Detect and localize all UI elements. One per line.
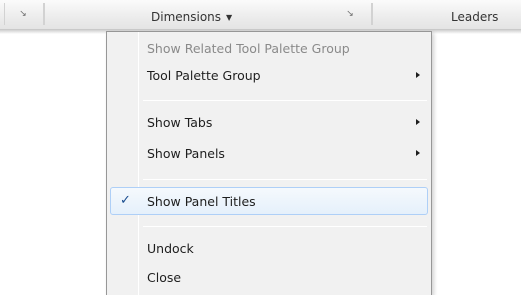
menu-item-tool-palette-group[interactable]: Tool Palette Group xyxy=(110,64,428,87)
context-menu: Show Related Tool Palette Group Tool Pal… xyxy=(106,31,432,295)
submenu-arrow-icon xyxy=(416,119,420,125)
menu-item-label: Close xyxy=(147,270,182,285)
menu-item-label: Show Tabs xyxy=(147,115,213,130)
ribbon-panel-title-bar: ↘ Dimensions ▼ ↘ Leaders xyxy=(0,0,521,30)
menu-item-undock[interactable]: Undock xyxy=(110,237,428,260)
menu-item-label: Show Related Tool Palette Group xyxy=(147,41,350,56)
panel-title-dimensions[interactable]: Dimensions ▼ xyxy=(151,10,232,24)
checkmark-icon: ✓ xyxy=(120,193,131,208)
menu-item-show-panels[interactable]: Show Panels xyxy=(110,142,428,165)
ribbon-area: ↘ Dimensions ▼ ↘ Leaders Show Related Too… xyxy=(0,0,521,295)
menu-item-label: Show Panel Titles xyxy=(147,194,256,209)
menu-item-show-tabs[interactable]: Show Tabs xyxy=(110,111,428,134)
dialog-launcher-icon[interactable]: ↘ xyxy=(18,9,28,19)
chevron-down-icon[interactable]: ▼ xyxy=(226,13,232,22)
panel-title-leaders[interactable]: Leaders xyxy=(451,10,498,24)
menu-item-label: Undock xyxy=(147,241,194,256)
menu-item-close[interactable]: Close xyxy=(110,266,428,289)
panel-segment-dimensions[interactable]: Dimensions ▼ ↘ xyxy=(44,3,372,25)
menu-item-label: Show Panels xyxy=(147,146,225,161)
panel-segment-leaders[interactable]: Leaders xyxy=(372,3,521,25)
submenu-arrow-icon xyxy=(416,72,420,78)
menu-separator xyxy=(143,100,427,101)
menu-item-show-related-tool-palette-group: Show Related Tool Palette Group xyxy=(110,37,428,60)
menu-separator xyxy=(143,226,427,227)
panel-segment-left: ↘ xyxy=(4,3,44,25)
menu-separator xyxy=(143,179,427,180)
menu-item-show-panel-titles[interactable]: ✓ Show Panel Titles xyxy=(110,187,428,215)
menu-item-label: Tool Palette Group xyxy=(147,68,261,83)
submenu-arrow-icon xyxy=(416,150,420,156)
dialog-launcher-icon[interactable]: ↘ xyxy=(345,9,355,19)
panel-title-label: Dimensions xyxy=(151,10,222,24)
